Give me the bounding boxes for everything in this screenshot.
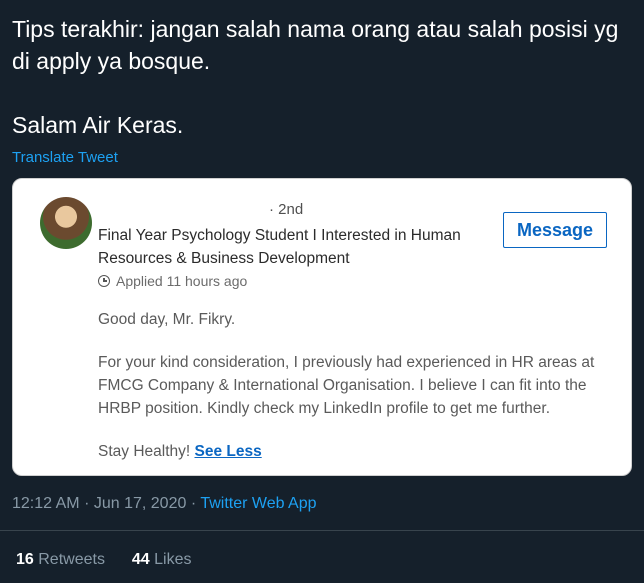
message-closing: Stay Healthy! xyxy=(98,443,191,460)
likes-count: 44 xyxy=(131,551,150,568)
translate-tweet-link[interactable]: Translate Tweet xyxy=(12,149,118,166)
tweet-time[interactable]: 12:12 AM xyxy=(12,495,80,512)
tweet-text: Tips terakhir: jangan salah nama orang a… xyxy=(12,16,619,138)
message-closing-line: Stay Healthy! See Less xyxy=(98,440,618,463)
applied-label: Applied 11 hours ago xyxy=(116,273,248,289)
tweet-source-app[interactable]: Twitter Web App xyxy=(200,495,316,512)
linkedin-application-card: · 2nd Final Year Psychology Student I In… xyxy=(12,178,632,476)
message-greeting: Good day, Mr. Fikry. xyxy=(98,311,236,328)
retweets-stat[interactable]: 16 Retweets xyxy=(16,551,109,568)
meta-separator-2: · xyxy=(190,495,197,512)
tweet-meta: 12:12 AM · Jun 17, 2020 · Twitter Web Ap… xyxy=(12,495,317,513)
connection-degree: · 2nd xyxy=(269,201,304,218)
retweets-label: Retweets xyxy=(38,551,105,568)
tweet-date[interactable]: Jun 17, 2020 xyxy=(94,495,187,512)
message-body: For your kind consideration, I previousl… xyxy=(98,354,595,417)
applied-status: Applied 11 hours ago xyxy=(98,273,247,289)
avatar[interactable] xyxy=(40,197,92,249)
see-less-link[interactable]: See Less xyxy=(195,443,262,460)
application-message: Good day, Mr. Fikry. For your kind consi… xyxy=(98,308,618,463)
tweet-stats: 16 Retweets 44 Likes xyxy=(16,551,191,569)
divider xyxy=(0,530,644,531)
likes-stat[interactable]: 44 Likes xyxy=(132,551,192,568)
message-button[interactable]: Message xyxy=(503,212,607,248)
retweets-count: 16 xyxy=(16,551,34,568)
meta-separator: · xyxy=(84,495,90,512)
applicant-headline: Final Year Psychology Student I Interest… xyxy=(98,227,461,267)
likes-label: Likes xyxy=(154,551,192,568)
clock-icon xyxy=(98,275,110,287)
